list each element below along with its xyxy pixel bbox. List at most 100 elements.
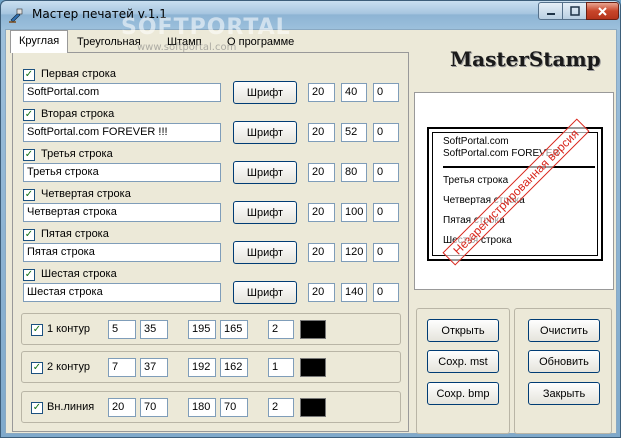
contour-2-a-input[interactable]: 7 xyxy=(108,358,136,377)
contour-2-c-input[interactable]: 192 xyxy=(188,358,216,377)
line-6-checkbox[interactable]: ✓ xyxy=(23,269,35,281)
contour-2-checkbox[interactable]: ✓ xyxy=(31,362,43,374)
save-bmp-button[interactable]: Сохр. bmp xyxy=(427,382,499,405)
line-4-size-input[interactable]: 20 xyxy=(308,203,335,222)
contour-2-group: ✓ 2 контур 7 37 192 162 1 xyxy=(21,351,401,383)
contour-2-color-swatch[interactable] xyxy=(300,358,326,377)
line-3-radius-input[interactable]: 80 xyxy=(341,163,367,182)
inner-line-width-input[interactable]: 2 xyxy=(268,398,294,417)
softportal-watermark: SOFTPORTAL xyxy=(121,15,291,40)
line-6-text-input[interactable]: Шестая строка xyxy=(23,283,221,302)
line-2-text-input[interactable]: SoftPortal.com FOREVER !!! xyxy=(23,123,221,142)
line-4-text-input[interactable]: Четвертая строка xyxy=(23,203,221,222)
line-2-checkbox[interactable]: ✓ xyxy=(23,109,35,121)
maximize-button[interactable] xyxy=(562,2,587,20)
line-1-label: Первая строка xyxy=(41,68,116,80)
line-3-font-button[interactable]: Шрифт xyxy=(233,161,297,184)
close-icon xyxy=(598,6,607,16)
line-2-angle-input[interactable]: 0 xyxy=(373,123,399,142)
minimize-button[interactable] xyxy=(538,2,563,20)
line-2-radius-input[interactable]: 52 xyxy=(341,123,367,142)
contour-2-width-input[interactable]: 1 xyxy=(268,358,294,377)
stamp-preview: SoftPortal.com SoftPortal.com FOREVER Тр… xyxy=(414,92,614,290)
brand-logo-text: MasterStamp xyxy=(450,47,601,71)
tab-round[interactable]: Круглая xyxy=(10,30,69,53)
line-5-font-button[interactable]: Шрифт xyxy=(233,241,297,264)
inner-line-c-input[interactable]: 180 xyxy=(188,398,216,417)
line-5-text-input[interactable]: Пятая строка xyxy=(23,243,221,262)
line-4-checkbox[interactable]: ✓ xyxy=(23,189,35,201)
client-area: Круглая Треугольная Штамп О программе ✓ … xyxy=(5,29,617,434)
line-3-size-input[interactable]: 20 xyxy=(308,163,335,182)
title-bar[interactable]: Мастер печатей v.1.1 xyxy=(1,1,620,29)
line-6-angle-input[interactable]: 0 xyxy=(373,283,399,302)
line-5-radius-input[interactable]: 120 xyxy=(341,243,367,262)
line-1-text-input[interactable]: SoftPortal.com xyxy=(23,83,221,102)
save-mst-button[interactable]: Сохр. mst xyxy=(427,350,499,373)
contour-1-width-input[interactable]: 2 xyxy=(268,320,294,339)
line-6-label: Шестая строка xyxy=(41,268,117,280)
line-5-angle-input[interactable]: 0 xyxy=(373,243,399,262)
line-4-angle-input[interactable]: 0 xyxy=(373,203,399,222)
line-5-size-input[interactable]: 20 xyxy=(308,243,335,262)
inner-line-a-input[interactable]: 20 xyxy=(108,398,136,417)
line-3-checkbox[interactable]: ✓ xyxy=(23,149,35,161)
line-row-1: ✓ Первая строка SoftPortal.com Шрифт 20 … xyxy=(23,68,403,109)
contour-1-c-input[interactable]: 195 xyxy=(188,320,216,339)
clear-button[interactable]: Очистить xyxy=(528,319,600,342)
inner-line-d-input[interactable]: 70 xyxy=(220,398,248,417)
inner-line-checkbox[interactable]: ✓ xyxy=(31,402,43,414)
preview-separator xyxy=(443,166,595,168)
line-row-2: ✓ Вторая строка SoftPortal.com FOREVER !… xyxy=(23,108,403,149)
line-5-label: Пятая строка xyxy=(41,228,109,240)
line-4-radius-input[interactable]: 100 xyxy=(341,203,367,222)
line-3-label: Третья строка xyxy=(41,148,113,160)
line-2-font-button[interactable]: Шрифт xyxy=(233,121,297,144)
inner-line-color-swatch[interactable] xyxy=(300,398,326,417)
line-row-6: ✓ Шестая строка Шестая строка Шрифт 20 1… xyxy=(23,268,403,309)
contour-2-b-input[interactable]: 37 xyxy=(140,358,168,377)
action-buttons-group: Очистить Обновить Закрыть xyxy=(514,308,612,434)
line-row-3: ✓ Третья строка Третья строка Шрифт 20 8… xyxy=(23,148,403,189)
line-1-font-button[interactable]: Шрифт xyxy=(233,81,297,104)
refresh-button[interactable]: Обновить xyxy=(528,350,600,373)
file-buttons-group: Открыть Сохр. mst Сохр. bmp xyxy=(416,308,510,434)
line-4-label: Четвертая строка xyxy=(41,188,131,200)
line-4-font-button[interactable]: Шрифт xyxy=(233,201,297,224)
contour-1-a-input[interactable]: 5 xyxy=(108,320,136,339)
inner-line-group: ✓ Вн.линия 20 70 180 70 2 xyxy=(21,391,401,423)
contour-1-b-input[interactable]: 35 xyxy=(140,320,168,339)
line-5-checkbox[interactable]: ✓ xyxy=(23,229,35,241)
line-2-size-input[interactable]: 20 xyxy=(308,123,335,142)
line-6-font-button[interactable]: Шрифт xyxy=(233,281,297,304)
line-row-4: ✓ Четвертая строка Четвертая строка Шриф… xyxy=(23,188,403,229)
inner-line-b-input[interactable]: 70 xyxy=(140,398,168,417)
contour-2-label: 2 контур xyxy=(47,361,90,373)
contour-1-d-input[interactable]: 165 xyxy=(220,320,248,339)
preview-line-1: SoftPortal.com xyxy=(443,136,509,147)
line-6-radius-input[interactable]: 140 xyxy=(341,283,367,302)
maximize-icon xyxy=(569,6,580,16)
line-3-text-input[interactable]: Третья строка xyxy=(23,163,221,182)
line-6-size-input[interactable]: 20 xyxy=(308,283,335,302)
contour-1-color-swatch[interactable] xyxy=(300,320,326,339)
line-2-label: Вторая строка xyxy=(41,108,115,120)
softportal-watermark-url: www.softportal.com xyxy=(137,42,237,53)
contour-2-d-input[interactable]: 162 xyxy=(220,358,248,377)
preview-line-3: Третья строка xyxy=(443,175,509,186)
contour-1-group: ✓ 1 контур 5 35 195 165 2 xyxy=(21,313,401,345)
close-button[interactable]: Закрыть xyxy=(528,382,600,405)
line-1-angle-input[interactable]: 0 xyxy=(373,83,399,102)
open-button[interactable]: Открыть xyxy=(427,319,499,342)
line-3-angle-input[interactable]: 0 xyxy=(373,163,399,182)
line-1-size-input[interactable]: 20 xyxy=(308,83,335,102)
line-1-checkbox[interactable]: ✓ xyxy=(23,69,35,81)
inner-line-label: Вн.линия xyxy=(47,401,95,413)
stamp-app-icon xyxy=(9,8,23,23)
contour-1-label: 1 контур xyxy=(47,323,90,335)
contour-1-checkbox[interactable]: ✓ xyxy=(31,324,43,336)
app-window: Мастер печатей v.1.1 Круглая Треугольная… xyxy=(0,0,621,438)
round-stamp-panel: ✓ Первая строка SoftPortal.com Шрифт 20 … xyxy=(12,52,409,432)
line-1-radius-input[interactable]: 40 xyxy=(341,83,367,102)
close-window-button[interactable] xyxy=(586,2,619,20)
